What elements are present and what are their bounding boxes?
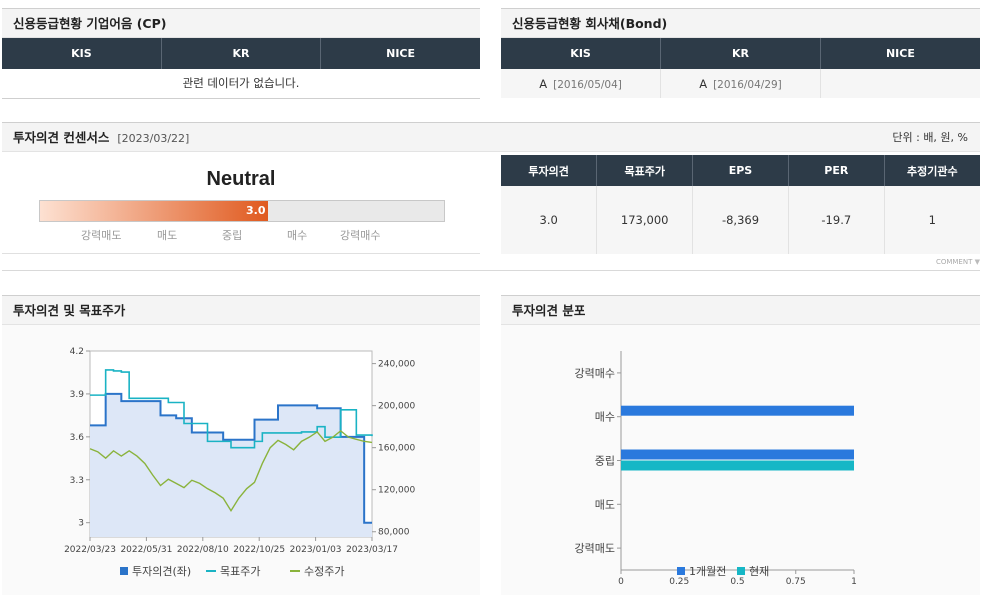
chart2-category-label: 중립 [595, 455, 615, 468]
scale-sell: 매도 [157, 229, 178, 242]
chart2-x-tick-label: 0.25 [669, 577, 689, 587]
bond-kis-cell: A [2016/05/04] [501, 69, 662, 98]
consensus-panel: 투자의견 컨센서스 [2023/03/22] 단위 : 배, 원, % [2, 122, 980, 152]
bond-kr-date: [2016/04/29] [713, 78, 782, 91]
y-left-tick-label: 3.9 [70, 390, 85, 400]
consensus-opinion: Neutral [206, 168, 276, 190]
cp-empty-message: 관련 데이터가 없습니다. [182, 76, 300, 91]
consensus-title: 투자의견 컨센서스 [13, 130, 110, 145]
chart2-x-tick-label: 0.75 [786, 577, 806, 587]
x-tick-label: 2022/10/25 [233, 545, 285, 555]
chart2-x-tick-label: 0 [618, 577, 624, 587]
y-left-tick-label: 3 [78, 519, 84, 529]
bond-kr-grade: A [699, 76, 708, 91]
gauge-fill [40, 201, 268, 221]
x-tick-label: 2022/03/23 [64, 545, 116, 555]
cp-rating-table: KIS KR NICE 관련 데이터가 없습니다. [2, 38, 480, 99]
legend-now-label: 현재 [749, 565, 769, 578]
scale-buy: 매수 [287, 229, 308, 242]
opinion-distribution-panel: 투자의견 분포 0 0.25 0.5 0.75 1 강력매수매수중립매도강력매도 1개월전 현… [501, 295, 980, 595]
y-right-tick-label: 240,000 [378, 360, 415, 370]
bar-prev [621, 405, 854, 416]
opinion-distribution-chart: 0 0.25 0.5 0.75 1 강력매수매수중립매도강력매도 1개월전 현재 [575, 351, 857, 587]
bond-col-kis: KIS [501, 38, 662, 69]
consensus-date: [2023/03/22] [117, 132, 190, 145]
x-tick-label: 2022/05/31 [120, 545, 172, 555]
cp-col-kis: KIS [2, 38, 162, 69]
y-right-tick-label: 80,000 [378, 528, 410, 538]
bond-rating-table: KIS KR NICE A [2016/05/04] A [2016/04/29] [501, 38, 980, 98]
consensus-gauge: Neutral 3.0 강력매도 매도 중립 매수 강력매수 [2, 154, 480, 254]
comment-label: COMMENT [935, 258, 973, 266]
chart2-category-label: 매도 [595, 498, 615, 511]
y-right-tick-label: 160,000 [378, 444, 415, 454]
col-institutions: 추정기관수 [884, 155, 980, 186]
bond-kr-cell: A [2016/04/29] [660, 69, 821, 98]
x-tick-label: 2023/03/17 [346, 545, 398, 555]
bond-col-nice: NICE [820, 38, 980, 69]
bond-nice-cell [820, 69, 980, 98]
col-eps: EPS [692, 155, 789, 186]
consensus-unit: 단위 : 배, 원, % [892, 131, 968, 144]
bond-kis-grade: A [539, 76, 548, 91]
legend-opinion-swatch [120, 567, 128, 575]
bar-current [621, 460, 854, 471]
opinion-distribution-title: 투자의견 분포 [501, 295, 980, 325]
legend-now-swatch [737, 567, 745, 575]
val-institutions: 1 [928, 213, 936, 227]
opinion-price-chart: 4.2 3.9 3.6 3.3 3 240,000 200,000 160,000 120,00… [64, 347, 415, 578]
comment-button[interactable]: COMMENT ▼ [900, 258, 980, 266]
opinion-price-chart-title: 투자의견 및 목표주가 [2, 295, 480, 325]
chart2-category-label: 강력매수 [575, 367, 615, 380]
chart2-category-label: 강력매도 [575, 542, 615, 555]
cp-rating-title: 신용등급현황 기업어음 (CP) [2, 8, 480, 38]
bond-rating-panel: 신용등급현황 회사채(Bond) KIS KR NICE A [2016/05/0… [501, 8, 980, 98]
y-right-tick-label: 200,000 [378, 402, 415, 412]
gauge-track: 3.0 [39, 200, 445, 222]
y-right-tick-label: 120,000 [378, 486, 415, 496]
cp-col-kr: KR [161, 38, 322, 69]
x-tick-label: 2022/08/10 [177, 545, 229, 555]
chart2-category-label: 매수 [595, 411, 615, 424]
val-opinion: 3.0 [501, 186, 598, 254]
val-eps: -8,369 [692, 186, 789, 254]
legend-target-label: 목표주가 [220, 565, 260, 578]
cp-col-nice: NICE [320, 38, 480, 69]
legend-price-label: 수정주가 [304, 565, 344, 578]
comment-arrow-icon: ▼ [974, 258, 980, 266]
legend-prev-swatch [677, 567, 685, 575]
opinion-price-chart-panel: 투자의견 및 목표주가 4.2 3.9 3.6 3.3 3 240,000 200,000 1… [2, 295, 480, 595]
bond-rating-title: 신용등급현황 회사채(Bond) [501, 8, 980, 38]
consensus-divider [2, 270, 980, 271]
val-target-price: 173,000 [596, 186, 694, 254]
col-target-price: 목표주가 [596, 155, 694, 186]
legend-opinion-label: 투자의견(좌) [132, 565, 191, 578]
chart2-x-tick-label: 1 [851, 577, 857, 587]
x-tick-label: 2023/01/03 [290, 545, 342, 555]
consensus-table-wrap: 투자의견 목표주가 EPS PER 추정기관수 3.0 173,000 -8,3… [501, 155, 980, 254]
y-left-tick-label: 3.3 [70, 476, 84, 486]
col-opinion: 투자의견 [501, 155, 598, 186]
bond-col-kr: KR [660, 38, 821, 69]
val-per: -19.7 [788, 186, 885, 254]
consensus-table: 투자의견 목표주가 EPS PER 추정기관수 3.0 173,000 -8,3… [501, 155, 980, 254]
gauge-score: 3.0 [246, 204, 266, 217]
scale-strong-sell: 강력매도 [81, 229, 122, 242]
scale-neutral: 중립 [222, 229, 243, 242]
y-left-tick-label: 3.6 [70, 433, 85, 443]
bar-prev [621, 449, 854, 460]
col-per: PER [788, 155, 885, 186]
consensus-title-bar: 투자의견 컨센서스 [2023/03/22] 단위 : 배, 원, % [2, 122, 980, 152]
cp-rating-panel: 신용등급현황 기업어음 (CP) KIS KR NICE 관련 데이터가 없습니… [2, 8, 480, 99]
legend-prev-label: 1개월전 [689, 565, 726, 578]
chart2-x-tick-label: 0.5 [730, 577, 744, 587]
scale-strong-buy: 강력매수 [340, 229, 381, 242]
bond-kis-date: [2016/05/04] [553, 78, 622, 91]
y-left-tick-label: 4.2 [70, 347, 84, 357]
